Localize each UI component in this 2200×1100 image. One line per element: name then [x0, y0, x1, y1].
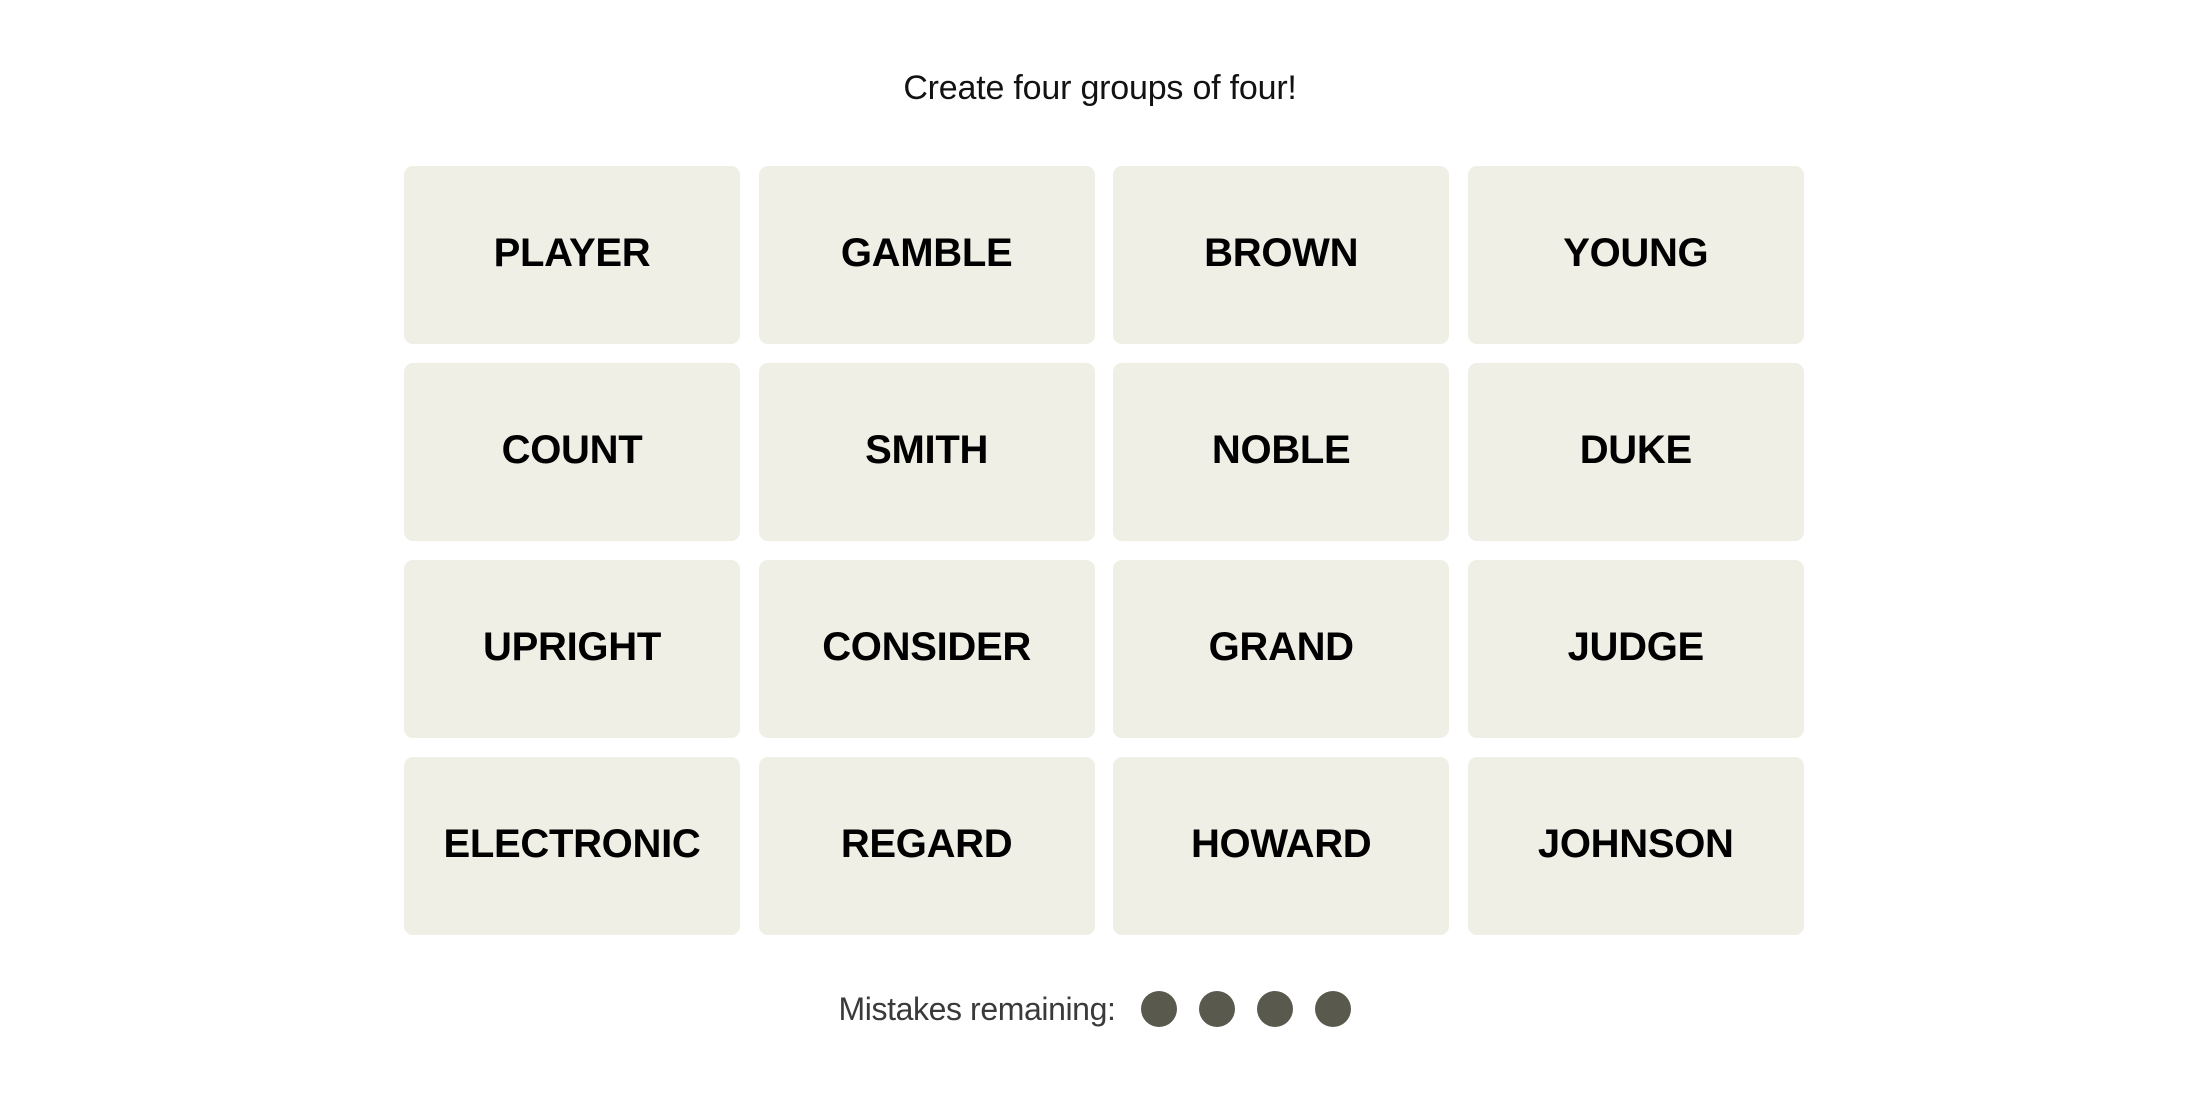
word-tile[interactable]: COUNT: [404, 363, 740, 541]
mistake-dots: [1141, 991, 1352, 1027]
word-tile[interactable]: HOWARD: [1113, 757, 1450, 935]
tile-word: NOBLE: [1211, 427, 1351, 472]
word-tile[interactable]: JOHNSON: [1467, 757, 1804, 935]
word-grid: PLAYER GAMBLE BROWN YOUNG COUNT SMITH NO…: [404, 166, 1804, 935]
mistakes-remaining: Mistakes remaining:: [0, 984, 2200, 1034]
tile-word: JOHNSON: [1537, 821, 1734, 866]
mistakes-label: Mistakes remaining:: [838, 990, 1116, 1027]
word-tile[interactable]: REGARD: [758, 757, 1095, 935]
tile-word: GAMBLE: [840, 230, 1013, 275]
tile-word: UPRIGHT: [483, 624, 661, 669]
word-tile[interactable]: YOUNG: [1467, 166, 1804, 344]
tile-word: JUDGE: [1567, 624, 1705, 669]
word-tile[interactable]: SMITH: [758, 363, 1095, 541]
mistake-dot-icon: [1141, 991, 1178, 1027]
tile-word: YOUNG: [1563, 230, 1709, 275]
word-tile[interactable]: PLAYER: [404, 166, 740, 344]
tile-word: REGARD: [840, 821, 1013, 866]
word-tile[interactable]: DUKE: [1467, 363, 1804, 541]
tile-word: CONSIDER: [822, 624, 1031, 669]
mistake-dot-icon: [1315, 991, 1352, 1027]
word-tile[interactable]: JUDGE: [1467, 560, 1804, 738]
game-instruction: Create four groups of four!: [903, 69, 1297, 107]
tile-word: DUKE: [1579, 427, 1692, 472]
mistake-dot-icon: [1257, 991, 1294, 1027]
word-tile[interactable]: NOBLE: [1113, 363, 1450, 541]
word-tile[interactable]: UPRIGHT: [404, 560, 740, 738]
tile-word: GRAND: [1208, 624, 1354, 669]
tile-word: PLAYER: [493, 230, 651, 275]
word-tile[interactable]: GRAND: [1113, 560, 1450, 738]
word-tile[interactable]: GAMBLE: [758, 166, 1095, 344]
tile-word: SMITH: [865, 427, 989, 472]
tile-word: HOWARD: [1190, 821, 1372, 866]
tile-word: BROWN: [1204, 230, 1359, 275]
word-tile[interactable]: BROWN: [1113, 166, 1450, 344]
tile-word: COUNT: [501, 427, 643, 472]
word-tile[interactable]: CONSIDER: [758, 560, 1095, 738]
tile-word: ELECTRONIC: [443, 821, 701, 866]
word-tile[interactable]: ELECTRONIC: [404, 757, 740, 935]
mistake-dot-icon: [1199, 991, 1236, 1027]
